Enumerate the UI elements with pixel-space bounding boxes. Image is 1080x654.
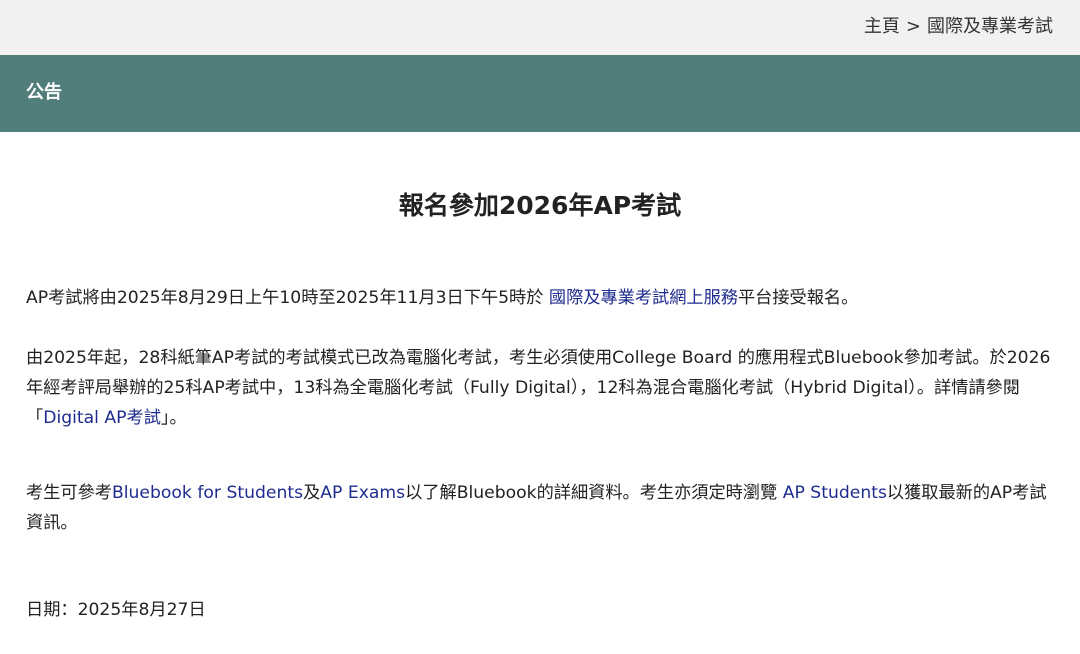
digital-ap-link[interactable]: Digital AP考試 [43,408,161,428]
registration-text-1: AP考試將由2025年8月29日上午10時至2025年11月3日下午5時於 [26,288,549,308]
breadcrumb-bar: 主頁 > 國際及專業考試 [0,0,1080,55]
breadcrumb-home-link[interactable]: 主頁 [864,16,900,37]
bluebook-text-3: 以了解Bluebook的詳細資料。考生亦須定時瀏覽 [405,483,783,503]
registration-text-2: 平台接受報名。 [737,288,859,308]
breadcrumb: 主頁 > 國際及專業考試 [864,15,1053,39]
section-title: 公告 [26,82,62,103]
bluebook-for-students-link[interactable]: Bluebook for Students [112,483,303,503]
bluebook-paragraph: 考生可參考Bluebook for Students及AP Exams以了解Bl… [26,478,1056,538]
bluebook-text-2: 及 [303,483,321,503]
bluebook-text-1: 考生可參考 [26,483,112,503]
ap-students-link[interactable]: AP Students [783,483,887,503]
publish-date: 日期：2025年8月27日 [26,600,206,620]
section-header: 公告 [0,55,1080,132]
ap-exams-link[interactable]: AP Exams [320,483,405,503]
digital-exam-paragraph: 由2025年起，28科紙筆AP考試的考試模式已改為電腦化考試，考生必須使用Col… [26,343,1056,433]
online-service-link[interactable]: 國際及專業考試網上服務 [549,288,738,308]
breadcrumb-current-link[interactable]: 國際及專業考試 [927,16,1053,37]
registration-paragraph: AP考試將由2025年8月29日上午10時至2025年11月3日下午5時於 國際… [26,283,1056,313]
article-title: 報名參加2026年AP考試 [398,191,682,220]
breadcrumb-separator: > [905,16,921,37]
digital-exam-text-2: 」。 [160,408,187,428]
